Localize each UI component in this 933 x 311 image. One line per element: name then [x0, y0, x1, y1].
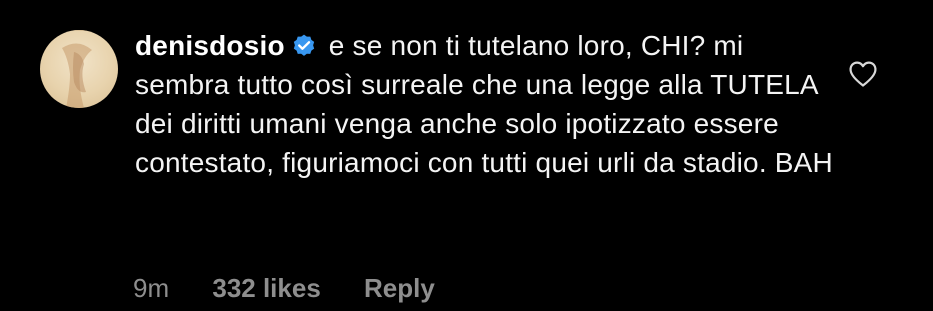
likes-count[interactable]: 332 likes [212, 273, 320, 303]
avatar-photo [40, 30, 118, 108]
comment: denisdosio e se non ti tutelano loro, CH… [0, 0, 933, 311]
verified-badge-icon [293, 34, 314, 56]
avatar[interactable] [40, 30, 118, 108]
comment-body: denisdosio e se non ti tutelano loro, CH… [135, 26, 835, 182]
comment-meta: 9m 332 likes Reply [133, 272, 471, 304]
reply-button[interactable]: Reply [364, 273, 435, 303]
comment-time: 9m [133, 273, 170, 303]
heart-outline-icon[interactable] [848, 60, 878, 88]
comment-text-block: denisdosio e se non ti tutelano loro, CH… [135, 26, 835, 182]
username-link[interactable]: denisdosio [135, 30, 285, 61]
